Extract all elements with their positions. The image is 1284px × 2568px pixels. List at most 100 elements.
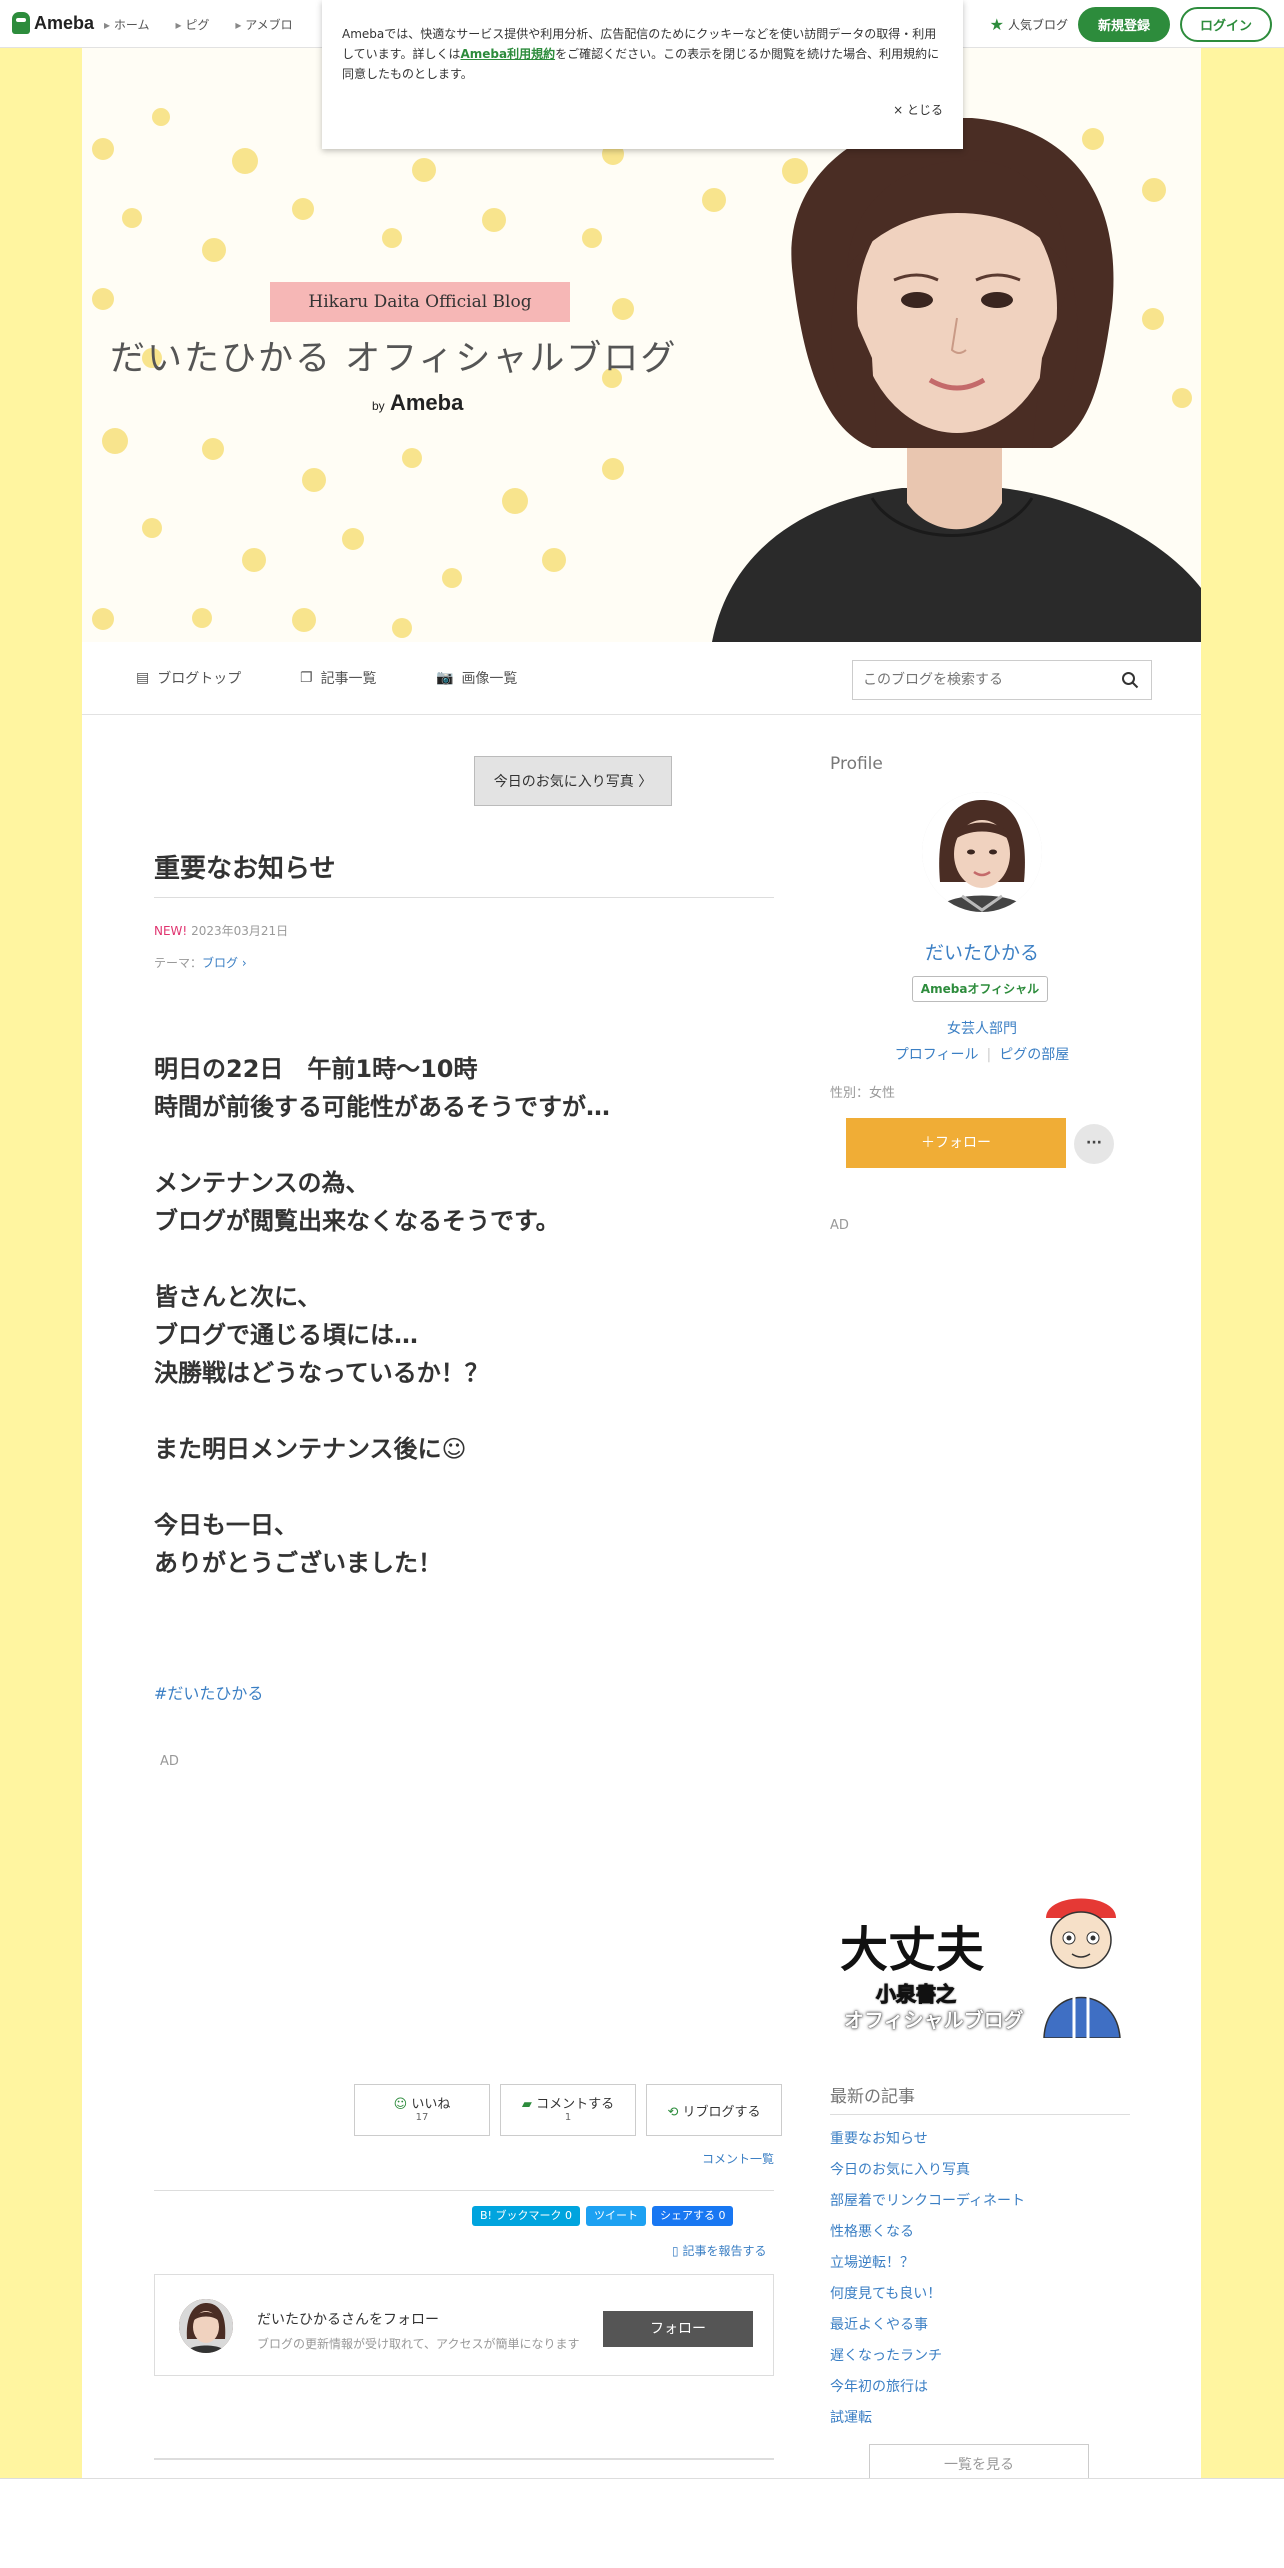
comment-label: コメントする bbox=[536, 2097, 615, 2112]
comment-button[interactable]: ▰ コメントする 1 bbox=[500, 2084, 636, 2136]
star-icon: ★ bbox=[989, 15, 1004, 34]
follow-box: だいたひかるさんをフォロー ブログの更新情報が受け取れて、アクセスが簡単になりま… bbox=[154, 2274, 774, 2376]
entry-title[interactable]: 重要なお知らせ bbox=[154, 848, 335, 885]
recent-entry-link[interactable]: 試運転 bbox=[830, 2403, 1025, 2434]
recent-entry-link[interactable]: 遅くなったランチ bbox=[830, 2341, 1025, 2372]
recent-entry-link[interactable]: 今年初の旅行は bbox=[830, 2372, 1025, 2403]
facebook-share-button[interactable]: シェアする 0 bbox=[651, 2206, 734, 2226]
nav-blog-top[interactable]: ▤ ブログトップ bbox=[136, 668, 241, 688]
body-line: 明日の22日 午前1時〜10時 bbox=[154, 1055, 478, 1083]
top-nav: ホーム ピグ アメブロ bbox=[104, 16, 293, 33]
chevron-right-icon: 〉 bbox=[638, 774, 653, 790]
by-ameba-logo: by Ameba bbox=[372, 390, 463, 416]
divider bbox=[154, 2190, 774, 2191]
ameba-wordmark: Ameba bbox=[389, 390, 464, 415]
camera-icon: 📷 bbox=[436, 670, 454, 686]
nav-image-list[interactable]: 📷 画像一覧 bbox=[436, 668, 517, 688]
title-divider bbox=[154, 897, 774, 898]
prev-entry-button[interactable]: 今日のお気に入り写真 〉 bbox=[474, 756, 672, 806]
register-button[interactable]: 新規登録 bbox=[1077, 7, 1170, 42]
banner-headline: 大丈夫 bbox=[840, 1922, 985, 1978]
popular-label: 人気ブログ bbox=[1007, 18, 1068, 32]
reblog-button[interactable]: ⟲ リブログする bbox=[646, 2084, 782, 2136]
recent-entries-heading: 最新の記事 bbox=[830, 2087, 915, 2107]
link-separator: | bbox=[986, 1047, 992, 1063]
banner-name: 小泉書之 bbox=[876, 1982, 957, 2007]
copy-icon: ❐ bbox=[300, 670, 313, 686]
popular-blog-link[interactable]: ★ 人気ブログ bbox=[990, 15, 1068, 34]
comment-list-link[interactable]: コメント一覧 bbox=[702, 2150, 774, 2167]
body-line: ありがとうございました！ bbox=[154, 1549, 442, 1577]
sidebar-follow-button[interactable]: ＋フォロー bbox=[846, 1118, 1066, 1168]
entry-theme: テーマ：ブログ › bbox=[154, 954, 247, 971]
blog-title: だいたひかる オフィシャルブログ bbox=[110, 339, 678, 379]
nav-blog-top-label: ブログトップ bbox=[157, 671, 242, 687]
share-buttons: B! ブックマーク 0 ツイート シェアする 0 bbox=[472, 2206, 734, 2226]
theme-label: テーマ： bbox=[154, 956, 203, 970]
body-line bbox=[154, 1126, 610, 1164]
recent-entry-link[interactable]: 重要なお知らせ bbox=[830, 2124, 1025, 2155]
comment-icon: ▰ bbox=[521, 2097, 532, 2112]
body-line: ブログが閲覧出来なくなるそうです。 bbox=[154, 1207, 560, 1235]
logo-text: Ameba bbox=[34, 12, 95, 33]
document-icon: ▤ bbox=[136, 670, 150, 686]
recent-entry-link[interactable]: 最近よくやる事 bbox=[830, 2310, 1025, 2341]
like-button[interactable]: ☺ いいね 17 bbox=[354, 2084, 490, 2136]
prev-entry-label: 今日のお気に入り写真 bbox=[493, 774, 634, 790]
blog-subnav: ▤ ブログトップ ❐ 記事一覧 📷 画像一覧 bbox=[82, 642, 1201, 715]
nav-pigg[interactable]: ピグ bbox=[175, 16, 209, 33]
body-line: ブログで通じる頃には… bbox=[154, 1321, 418, 1349]
blog-ribbon: Hikaru Daita Official Blog bbox=[270, 282, 570, 322]
entry-body: 明日の22日 午前1時〜10時 時間が前後する可能性があるそうですが… メンテナ… bbox=[154, 1050, 610, 1582]
terms-link[interactable]: Ameba利用規約 bbox=[460, 47, 555, 61]
profile-gender: 性別：女性 bbox=[830, 1086, 896, 1101]
pigg-room-link[interactable]: ピグの部屋 bbox=[999, 1047, 1069, 1063]
nav-ameblo[interactable]: アメブロ bbox=[235, 16, 292, 33]
nav-entry-list[interactable]: ❐ 記事一覧 bbox=[300, 668, 377, 688]
body-line: 皆さんと次に、 bbox=[154, 1283, 322, 1311]
body-line bbox=[154, 1392, 610, 1430]
report-label: 記事を報告する bbox=[682, 2244, 767, 2258]
avatar[interactable] bbox=[179, 2299, 233, 2353]
recent-entry-link[interactable]: 性格悪くなる bbox=[830, 2217, 1025, 2248]
profile-link[interactable]: プロフィール bbox=[895, 1047, 979, 1063]
body-line: 時間が前後する可能性があるそうですが… bbox=[154, 1093, 610, 1121]
profile-category[interactable]: 女芸人部門 bbox=[830, 1018, 1134, 1038]
koizumi-blog-banner[interactable]: 大丈夫 小泉書之 オフィシャルブログ bbox=[836, 1888, 1130, 2038]
hatena-bookmark-button[interactable]: B! ブックマーク 0 bbox=[472, 2206, 580, 2226]
search-icon[interactable] bbox=[1121, 671, 1139, 689]
more-options-button[interactable]: ··· bbox=[1074, 1124, 1114, 1164]
follow-button[interactable]: フォロー bbox=[603, 2311, 753, 2347]
follow-description: ブログの更新情報が受け取れて、アクセスが簡単になります bbox=[257, 2337, 580, 2351]
nav-home[interactable]: ホーム bbox=[104, 16, 150, 33]
body-line: 今日も一日、 bbox=[154, 1511, 298, 1539]
theme-link[interactable]: ブログ bbox=[202, 956, 238, 970]
recent-entry-link[interactable]: 立場逆転！？ bbox=[830, 2248, 1025, 2279]
footer-band bbox=[0, 2478, 1284, 2568]
recent-entry-link[interactable]: 今日のお気に入り写真 bbox=[830, 2155, 1025, 2186]
nav-image-list-label: 画像一覧 bbox=[461, 671, 518, 687]
body-line: また明日メンテナンス後に☺ bbox=[154, 1435, 467, 1463]
report-link[interactable]: ▯ 記事を報告する bbox=[672, 2242, 766, 2259]
profile-heading: Profile bbox=[830, 754, 883, 774]
profile-photo[interactable] bbox=[922, 792, 1042, 912]
body-line bbox=[154, 1468, 610, 1506]
recent-entry-link[interactable]: 部屋着でリンクコーディネート bbox=[830, 2186, 1025, 2217]
blog-body: ▤ ブログトップ ❐ 記事一覧 📷 画像一覧 今日のお気に入り写真 〉 重要なお… bbox=[82, 642, 1201, 2484]
follow-name: だいたひかるさんをフォロー bbox=[257, 2312, 439, 2328]
entry-actions: ☺ いいね 17 ▰ コメントする 1 ⟲ リブログする bbox=[354, 2084, 782, 2136]
official-badge: Amebaオフィシャル bbox=[912, 976, 1048, 1002]
cookie-close-button[interactable]: × とじる bbox=[893, 100, 943, 120]
recent-entry-link[interactable]: 何度見ても良い！ bbox=[830, 2279, 1025, 2310]
comment-count: 1 bbox=[564, 2112, 572, 2123]
banner-character-illustration bbox=[1043, 1898, 1121, 2038]
blog-search-input[interactable] bbox=[853, 661, 1093, 699]
body-line: 決勝戦はどうなっているか！？ bbox=[154, 1359, 489, 1387]
ameba-logo[interactable]: Ameba bbox=[12, 12, 94, 34]
like-count: 17 bbox=[415, 2112, 429, 2123]
login-button[interactable]: ログイン bbox=[1179, 7, 1272, 42]
hashtag-link[interactable]: #だいたひかる bbox=[154, 1680, 263, 1704]
entry-meta: NEW! 2023年03月21日 bbox=[154, 922, 288, 939]
profile-name[interactable]: だいたひかる bbox=[830, 938, 1134, 965]
tweet-button[interactable]: ツイート bbox=[585, 2206, 646, 2226]
